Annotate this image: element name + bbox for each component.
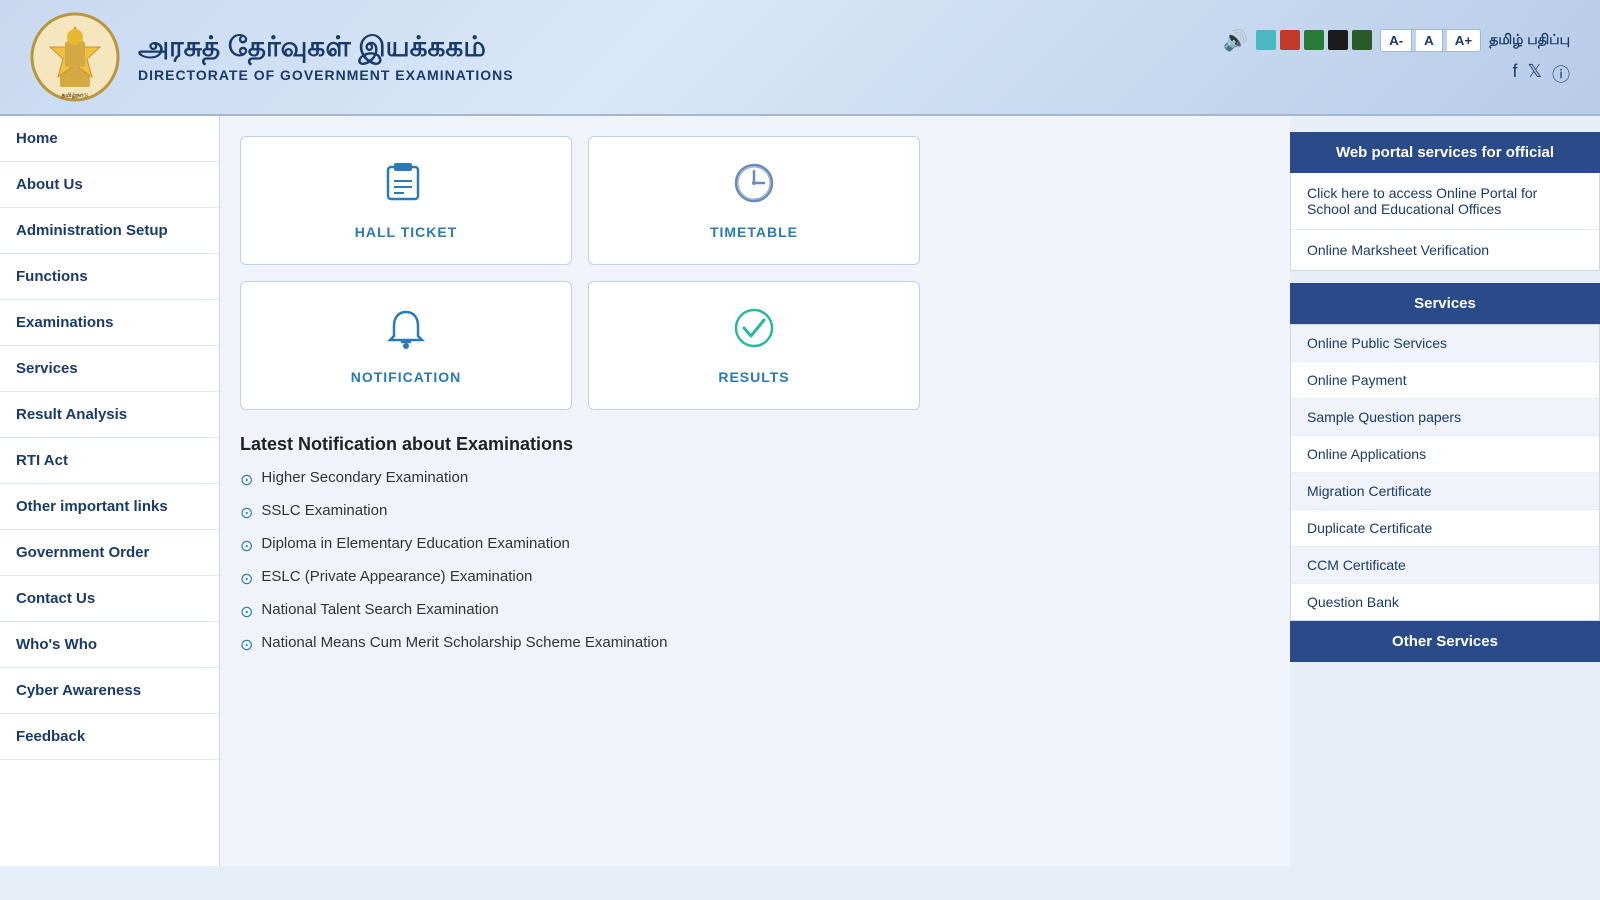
- notification-text: Diploma in Elementary Education Examinat…: [261, 535, 570, 552]
- hall-ticket-label: HALL TICKET: [355, 224, 458, 240]
- other-services-header: Other Services: [1290, 621, 1600, 662]
- govt-logo: தமிழ்நாடு: [30, 12, 120, 102]
- twitter-icon[interactable]: 𝕏: [1527, 61, 1542, 87]
- online-portal-link[interactable]: Click here to access Online Portal for S…: [1291, 173, 1599, 230]
- notifications-section: Latest Notification about Examinations ⊙…: [240, 434, 1270, 655]
- main-content: HALL TICKET TIMETABLE: [220, 116, 1290, 866]
- hall-ticket-icon: [384, 161, 428, 214]
- bullet-icon: ⊙: [240, 503, 253, 523]
- font-size-controls: A- A A+: [1380, 29, 1481, 52]
- title-tamil: அரசுத் தேர்வுகள் இயக்ககம்: [138, 31, 514, 67]
- font-increase-button[interactable]: A+: [1447, 30, 1480, 51]
- social-icons: f 𝕏 ⓘ: [1512, 61, 1570, 87]
- notification-text: Higher Secondary Examination: [261, 469, 468, 486]
- sidebar-item-feedback[interactable]: Feedback: [0, 714, 219, 760]
- sidebar-item-whos-who[interactable]: Who's Who: [0, 622, 219, 668]
- swatch-teal[interactable]: [1256, 30, 1276, 50]
- notification-text: ESLC (Private Appearance) Examination: [261, 568, 532, 585]
- header-controls: 🔊 A- A A+ தமிழ் பதிப்பு: [1223, 28, 1570, 53]
- font-normal-button[interactable]: A: [1416, 30, 1443, 51]
- notification-item[interactable]: ⊙ Diploma in Elementary Education Examin…: [240, 535, 1270, 556]
- bullet-icon: ⊙: [240, 602, 253, 622]
- results-card[interactable]: RESULTS: [588, 281, 920, 410]
- quick-cards: HALL TICKET TIMETABLE: [240, 136, 920, 410]
- web-portal-section: Web portal services for official Click h…: [1290, 132, 1600, 271]
- timetable-card[interactable]: TIMETABLE: [588, 136, 920, 265]
- other-services-section: Other Services: [1290, 621, 1600, 662]
- services-header: Services: [1290, 283, 1600, 324]
- services-section: Services Online Public Services Online P…: [1290, 283, 1600, 621]
- color-swatches: [1256, 30, 1372, 50]
- notification-text: SSLC Examination: [261, 502, 387, 519]
- marksheet-verification-link[interactable]: Online Marksheet Verification: [1291, 230, 1599, 270]
- sidebar-item-result-analysis[interactable]: Result Analysis: [0, 392, 219, 438]
- swatch-green[interactable]: [1304, 30, 1324, 50]
- notification-item[interactable]: ⊙ Higher Secondary Examination: [240, 469, 1270, 490]
- facebook-icon[interactable]: f: [1512, 61, 1517, 87]
- sidebar: Home About Us Administration Setup Funct…: [0, 116, 220, 866]
- sidebar-item-functions[interactable]: Functions: [0, 254, 219, 300]
- swatch-red[interactable]: [1280, 30, 1300, 50]
- page-header: தமிழ்நாடு அரசுத் தேர்வுகள் இயக்ககம் DIRE…: [0, 0, 1600, 116]
- sidebar-item-rti-act[interactable]: RTI Act: [0, 438, 219, 484]
- font-decrease-button[interactable]: A-: [1381, 30, 1412, 51]
- notification-card[interactable]: NOTIFICATION: [240, 281, 572, 410]
- notification-item[interactable]: ⊙ SSLC Examination: [240, 502, 1270, 523]
- bullet-icon: ⊙: [240, 470, 253, 490]
- online-payment-link[interactable]: Online Payment: [1291, 362, 1599, 399]
- web-portal-content: Click here to access Online Portal for S…: [1290, 173, 1600, 271]
- bullet-icon: ⊙: [240, 536, 253, 556]
- speaker-icon[interactable]: 🔊: [1223, 28, 1248, 53]
- online-applications-link[interactable]: Online Applications: [1291, 436, 1599, 473]
- notification-label: NOTIFICATION: [351, 369, 462, 385]
- header-title: அரசுத் தேர்வுகள் இயக்ககம் DIRECTORATE OF…: [138, 31, 514, 83]
- sidebar-item-about-us[interactable]: About Us: [0, 162, 219, 208]
- notification-text: National Talent Search Examination: [261, 601, 498, 618]
- sidebar-item-examinations[interactable]: Examinations: [0, 300, 219, 346]
- timetable-icon: [732, 161, 776, 214]
- bullet-icon: ⊙: [240, 635, 253, 655]
- header-right: 🔊 A- A A+ தமிழ் பதிப்பு f 𝕏 ⓘ: [1223, 28, 1570, 87]
- duplicate-certificate-link[interactable]: Duplicate Certificate: [1291, 510, 1599, 547]
- main-layout: Home About Us Administration Setup Funct…: [0, 116, 1600, 866]
- swatch-black[interactable]: [1328, 30, 1348, 50]
- right-panel: Web portal services for official Click h…: [1290, 116, 1600, 866]
- sidebar-item-services[interactable]: Services: [0, 346, 219, 392]
- notification-icon: [384, 306, 428, 359]
- sidebar-item-other-links[interactable]: Other important links: [0, 484, 219, 530]
- results-label: RESULTS: [718, 369, 789, 385]
- title-english: DIRECTORATE OF GOVERNMENT EXAMINATIONS: [138, 67, 514, 83]
- sidebar-item-govt-order[interactable]: Government Order: [0, 530, 219, 576]
- svg-text:தமிழ்நாடு: தமிழ்நாடு: [62, 92, 89, 99]
- hall-ticket-card[interactable]: HALL TICKET: [240, 136, 572, 265]
- sample-question-papers-link[interactable]: Sample Question papers: [1291, 399, 1599, 436]
- results-icon: [732, 306, 776, 359]
- question-bank-link[interactable]: Question Bank: [1291, 584, 1599, 620]
- instagram-icon[interactable]: ⓘ: [1552, 61, 1570, 87]
- header-left: தமிழ்நாடு அரசுத் தேர்வுகள் இயக்ககம் DIRE…: [30, 12, 514, 102]
- migration-certificate-link[interactable]: Migration Certificate: [1291, 473, 1599, 510]
- ccm-certificate-link[interactable]: CCM Certificate: [1291, 547, 1599, 584]
- web-portal-header: Web portal services for official: [1290, 132, 1600, 173]
- sidebar-item-contact-us[interactable]: Contact Us: [0, 576, 219, 622]
- tamil-link[interactable]: தமிழ் பதிப்பு: [1489, 31, 1570, 50]
- timetable-label: TIMETABLE: [710, 224, 798, 240]
- notification-item[interactable]: ⊙ ESLC (Private Appearance) Examination: [240, 568, 1270, 589]
- notification-item[interactable]: ⊙ National Talent Search Examination: [240, 601, 1270, 622]
- sidebar-item-admin-setup[interactable]: Administration Setup: [0, 208, 219, 254]
- notification-item[interactable]: ⊙ National Means Cum Merit Scholarship S…: [240, 634, 1270, 655]
- online-public-services-link[interactable]: Online Public Services: [1291, 325, 1599, 362]
- sidebar-item-cyber-awareness[interactable]: Cyber Awareness: [0, 668, 219, 714]
- notification-text: National Means Cum Merit Scholarship Sch…: [261, 634, 667, 651]
- bullet-icon: ⊙: [240, 569, 253, 589]
- swatch-dark-green[interactable]: [1352, 30, 1372, 50]
- sidebar-item-home[interactable]: Home: [0, 116, 219, 162]
- services-list: Online Public Services Online Payment Sa…: [1290, 324, 1600, 621]
- notifications-heading: Latest Notification about Examinations: [240, 434, 1270, 455]
